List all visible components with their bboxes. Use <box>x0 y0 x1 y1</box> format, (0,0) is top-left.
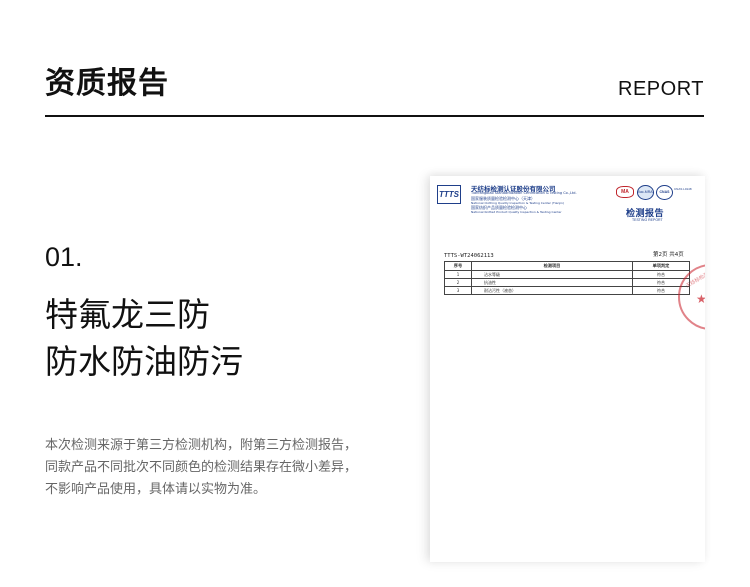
section-description: 本次检测来源于第三方检测机构，附第三方检测报告， 同款产品不同批次不同颜色的检测… <box>45 435 357 501</box>
cma-badge-icon: MA <box>616 186 634 198</box>
org-name-en: Tianfangbiao Standardization Certificati… <box>471 191 577 195</box>
table-row: 1 沾水等级 符合 <box>444 270 690 279</box>
header-divider <box>45 115 704 117</box>
ilac-badge-icon: ilac-MRA <box>637 185 654 200</box>
cell-item: 耐沾污性（液态） <box>471 286 633 295</box>
center-name-2-en: National Knitted Product Quality Inspect… <box>471 210 562 214</box>
description-line-1: 本次检测来源于第三方检测机构，附第三方检测报告， <box>45 438 358 453</box>
headline-line-2: 防水防油防污 <box>45 342 243 381</box>
page-title: 资质报告 <box>45 66 169 101</box>
cnas-badge-icon: CNAS <box>656 185 673 200</box>
report-document-image: TTTS 天纺标检测认证股份有限公司 Tianfangbiao Standard… <box>430 176 705 562</box>
col-header-item: 检测项目 <box>471 261 633 271</box>
cell-no: 2 <box>444 278 472 287</box>
table-row: 2 抗油性 符合 <box>444 278 690 287</box>
description-line-2: 同款产品不同批次不同颜色的检测结果存在微小差异， <box>45 460 358 475</box>
col-header-result: 单项判定 <box>632 261 690 271</box>
headline-line-1: 特氟龙三防 <box>45 295 210 334</box>
cnas-code: CNAS L0148 <box>674 187 692 191</box>
page-title-en: REPORT <box>618 78 704 100</box>
table-header-row: 序号 检测项目 单项判定 <box>444 261 690 271</box>
seal-star-icon: ★ <box>696 292 705 306</box>
section-headline: 特氟龙三防 防水防油防污 <box>45 291 243 385</box>
description-line-3: 不影响产品使用，具体请以实物为准。 <box>45 482 267 497</box>
report-number: TTTS-WT24062113 <box>444 253 494 259</box>
cell-item: 沾水等级 <box>471 270 633 279</box>
cell-item: 抗油性 <box>471 278 633 287</box>
table-row: 3 耐沾污性（液态） 符合 <box>444 286 690 295</box>
section-number: 01. <box>45 242 83 272</box>
col-header-no: 序号 <box>444 261 472 271</box>
report-title-en: TESTING REPORT <box>632 218 663 222</box>
cell-no: 1 <box>444 270 472 279</box>
cell-no: 3 <box>444 286 472 295</box>
cell-result: 符合 <box>632 270 690 279</box>
ttts-logo: TTTS <box>437 185 461 204</box>
results-table: 序号 检测项目 单项判定 1 沾水等级 符合 2 抗油性 符合 3 耐沾污性（液… <box>444 261 690 295</box>
report-page: 第2页 共4页 <box>653 252 684 258</box>
